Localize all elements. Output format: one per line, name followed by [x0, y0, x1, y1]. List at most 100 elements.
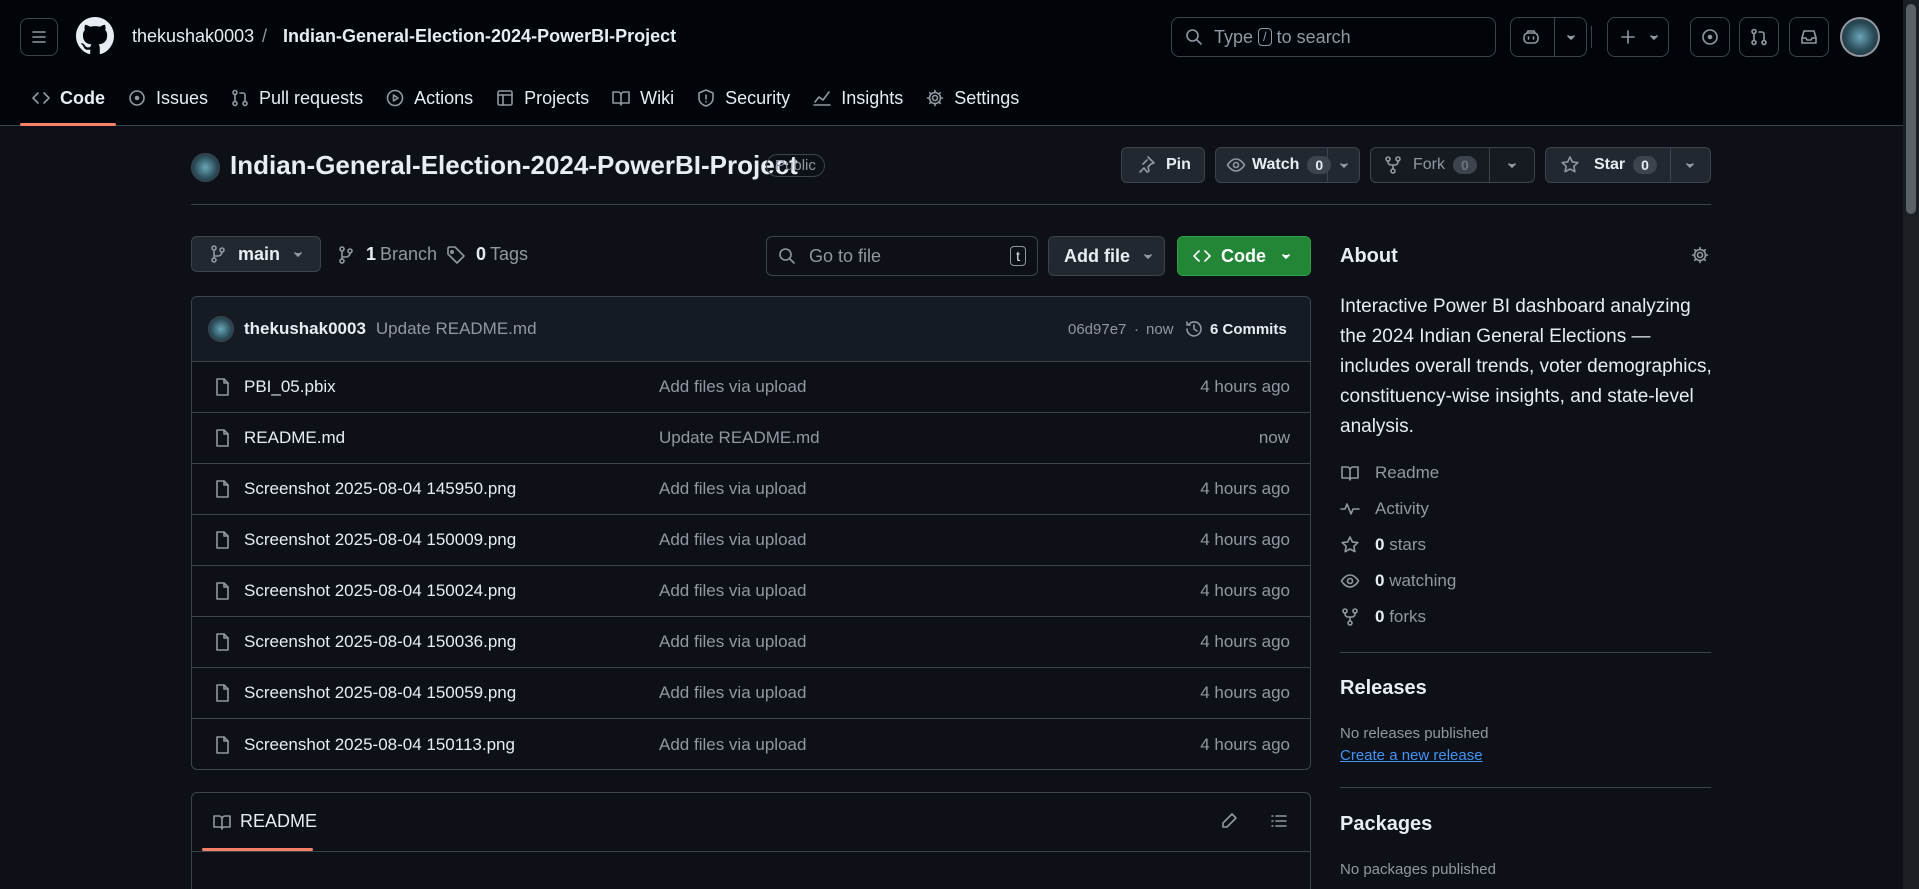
commit-message[interactable]: Update README.md [376, 319, 537, 339]
about-description: Interactive Power BI dashboard analyzing… [1340, 296, 1712, 437]
file-commit-message[interactable]: Add files via upload [659, 479, 806, 499]
code-button[interactable]: Code [1177, 236, 1311, 276]
tab-pull-requests[interactable]: Pull requests [219, 76, 374, 120]
pull-request-icon [1749, 27, 1769, 47]
file-name[interactable]: Screenshot 2025-08-04 150036.png [244, 632, 516, 652]
issues-button[interactable] [1690, 17, 1730, 57]
menu-button[interactable] [20, 18, 58, 56]
readme-tab[interactable]: README [212, 811, 317, 832]
table-row[interactable]: Screenshot 2025-08-04 150059.png Add file… [192, 668, 1310, 719]
file-commit-message[interactable]: Add files via upload [659, 632, 806, 652]
chevron-down-icon[interactable] [1680, 155, 1700, 175]
inbox-icon [1799, 27, 1819, 47]
star-icon [1340, 535, 1360, 555]
activity-link[interactable]: Activity [1340, 499, 1429, 519]
file-commit-time: 4 hours ago [1200, 530, 1290, 549]
chevron-down-icon[interactable] [1502, 155, 1522, 175]
tab-actions[interactable]: Actions [374, 76, 484, 120]
readme-link[interactable]: Readme [1340, 463, 1439, 483]
tab-label: Settings [954, 87, 1020, 108]
page-scrollbar[interactable] [1903, 0, 1919, 889]
eye-icon [1226, 155, 1246, 175]
chevron-down-icon [1138, 246, 1158, 266]
tab-projects[interactable]: Projects [484, 76, 600, 120]
scrollbar-thumb[interactable] [1906, 4, 1916, 214]
create-new-button[interactable] [1607, 17, 1669, 57]
add-file-button[interactable]: Add file [1048, 236, 1165, 276]
search-input[interactable]: Type / to search [1171, 17, 1496, 57]
copilot-button[interactable] [1510, 17, 1587, 57]
file-commit-message[interactable]: Add files via upload [659, 683, 806, 703]
commit-time: now [1146, 320, 1174, 338]
chevron-down-icon [1644, 27, 1664, 47]
table-row[interactable]: Screenshot 2025-08-04 150024.png Add file… [192, 566, 1310, 617]
commits-link[interactable]: 6 Commits [1184, 319, 1287, 339]
file-commit-message[interactable]: Add files via upload [659, 530, 806, 550]
table-row[interactable]: PBI_05.pbix Add files via upload 4 hours a… [192, 362, 1310, 413]
table-row[interactable]: README.md Update README.md now [192, 413, 1310, 464]
tab-settings[interactable]: Settings [914, 76, 1030, 120]
releases-title[interactable]: Releases [1340, 677, 1427, 700]
tab-code[interactable]: Code [20, 76, 116, 126]
github-logo-icon[interactable] [76, 17, 114, 55]
watch-button[interactable]: Watch 0 [1215, 147, 1360, 183]
create-release-link[interactable]: Create a new release [1340, 747, 1483, 764]
commit-author-avatar[interactable] [208, 316, 234, 342]
commit-hash[interactable]: 06d97e7 [1068, 321, 1126, 338]
tab-security[interactable]: Security [685, 76, 801, 120]
inbox-button[interactable] [1789, 17, 1829, 57]
go-to-file-input[interactable]: Go to file t [766, 236, 1038, 276]
branch-select[interactable]: main [191, 236, 321, 272]
tab-insights[interactable]: Insights [801, 76, 914, 120]
history-icon [1184, 319, 1204, 339]
table-row[interactable]: Screenshot 2025-08-04 145950.png Add file… [192, 464, 1310, 515]
repo-owner-avatar[interactable] [191, 153, 220, 182]
tab-issues[interactable]: Issues [116, 76, 219, 120]
packages-title[interactable]: Packages [1340, 813, 1432, 836]
repo-tabs: Code Issues Pull requests Actions Projec… [20, 76, 1030, 126]
file-commit-message[interactable]: Add files via upload [659, 581, 806, 601]
watching-link[interactable]: 0 watching [1340, 571, 1456, 591]
file-commit-message[interactable]: Add files via upload [659, 735, 806, 755]
pull-request-icon [230, 88, 250, 108]
file-commit-time: 4 hours ago [1200, 581, 1290, 600]
tab-wiki[interactable]: Wiki [600, 76, 685, 120]
chevron-down-icon[interactable] [1334, 155, 1354, 175]
releases-empty-text: No releases published [1340, 725, 1489, 742]
book-icon [212, 812, 232, 832]
file-commit-message[interactable]: Add files via upload [659, 377, 806, 397]
file-name[interactable]: Screenshot 2025-08-04 145950.png [244, 479, 516, 499]
file-icon [212, 581, 232, 601]
fork-button[interactable]: Fork 0 [1370, 147, 1535, 183]
pulse-icon [1340, 499, 1360, 519]
pin-button[interactable]: Pin [1121, 147, 1205, 183]
list-icon[interactable] [1269, 811, 1289, 831]
file-name[interactable]: Screenshot 2025-08-04 150009.png [244, 530, 516, 550]
file-commit-time: 4 hours ago [1200, 377, 1290, 396]
table-row[interactable]: Screenshot 2025-08-04 150036.png Add file… [192, 617, 1310, 668]
pull-requests-button[interactable] [1739, 17, 1779, 57]
gear-icon[interactable] [1690, 245, 1710, 265]
repo-title[interactable]: Indian-General-Election-2024-PowerBI-Pro… [230, 150, 798, 181]
file-name[interactable]: Screenshot 2025-08-04 150113.png [244, 735, 515, 755]
star-button[interactable]: Star 0 [1545, 147, 1711, 183]
file-commit-time: 4 hours ago [1200, 479, 1290, 498]
file-name[interactable]: README.md [244, 428, 345, 448]
repo-link[interactable]: Indian-General-Election-2024-PowerBI-Pro… [283, 26, 676, 47]
tags-link[interactable]: 0 Tags [446, 244, 528, 265]
table-row[interactable]: Screenshot 2025-08-04 150009.png Add file… [192, 515, 1310, 566]
fork-icon [1340, 607, 1360, 627]
pencil-icon[interactable] [1219, 811, 1239, 831]
avatar[interactable] [1840, 17, 1880, 57]
star-icon [1560, 155, 1580, 175]
table-row[interactable]: Screenshot 2025-08-04 150113.png Add file… [192, 719, 1310, 769]
file-name[interactable]: Screenshot 2025-08-04 150024.png [244, 581, 516, 601]
commit-author[interactable]: thekushak0003 [244, 319, 366, 339]
file-name[interactable]: Screenshot 2025-08-04 150059.png [244, 683, 516, 703]
owner-link[interactable]: thekushak0003 [132, 26, 254, 47]
file-name[interactable]: PBI_05.pbix [244, 377, 336, 397]
branches-link[interactable]: 1 Branch [336, 244, 437, 265]
stars-link[interactable]: 0 stars [1340, 535, 1426, 555]
file-commit-message[interactable]: Update README.md [659, 428, 820, 448]
forks-link[interactable]: 0 forks [1340, 607, 1426, 627]
